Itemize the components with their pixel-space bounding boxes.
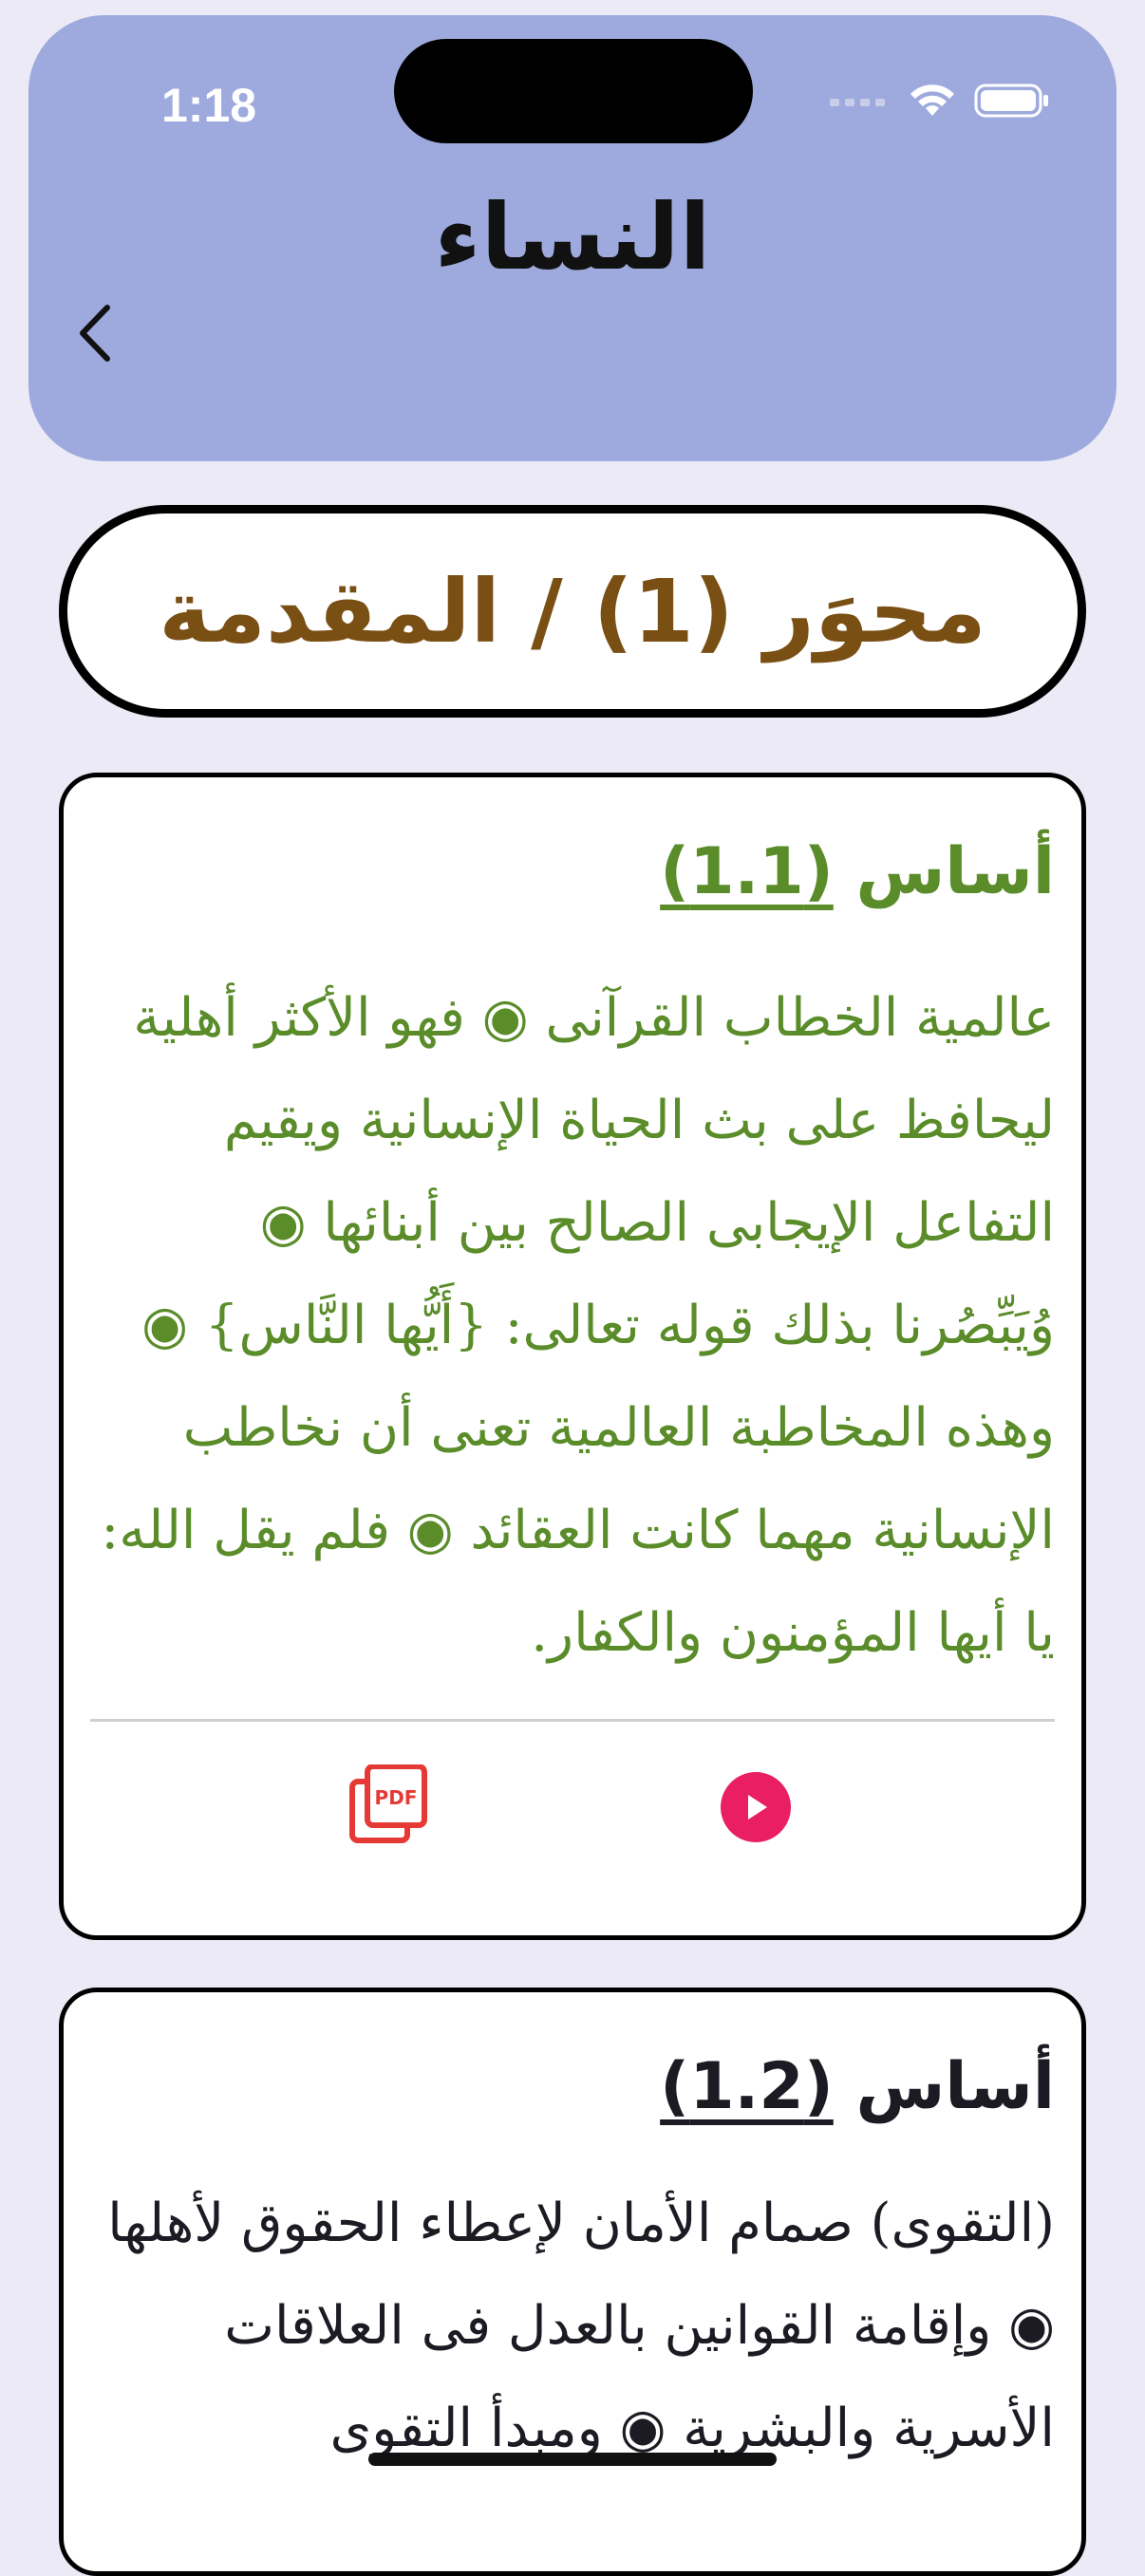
card-title: أساس (1.1) — [660, 834, 1055, 909]
play-icon — [748, 1795, 767, 1820]
card-divider — [90, 1719, 1055, 1722]
status-icons — [830, 82, 1050, 120]
play-button[interactable] — [721, 1772, 791, 1842]
card-number: (1.2) — [660, 2049, 834, 2124]
section-banner: محوَر (1) / المقدمة — [59, 505, 1086, 718]
card-title: أساس (1.2) — [660, 2049, 1055, 2124]
back-button[interactable] — [57, 290, 133, 376]
top-header: 1:18 النساء — [28, 15, 1117, 461]
battery-icon — [974, 84, 1048, 118]
status-time: 1:18 — [161, 79, 257, 132]
card-label: أساس — [855, 834, 1055, 909]
home-indicator[interactable] — [368, 2453, 777, 2466]
foundation-card: أساس (1.1) عالمية الخطاب القرآنى ◉ فهو ا… — [59, 773, 1086, 1940]
chevron-left-icon — [80, 305, 110, 362]
card-label: أساس — [855, 2049, 1055, 2124]
card-number: (1.1) — [660, 834, 834, 909]
card-body: عالمية الخطاب القرآنى ◉ فهو الأكثر أهلية… — [101, 987, 1055, 1664]
pdf-icon: PDF — [349, 1764, 427, 1843]
page-title: النساء — [434, 184, 711, 290]
foundation-card: أساس (1.2) (التقوى) صمام الأمان لإعطاء ا… — [59, 1988, 1086, 2576]
signal-icon — [830, 99, 885, 106]
svg-text:PDF: PDF — [375, 1786, 418, 1809]
wifi-icon — [910, 84, 954, 116]
dynamic-island — [394, 39, 753, 143]
section-title: محوَر (1) / المقدمة — [159, 560, 986, 663]
pdf-button[interactable]: PDF — [348, 1764, 428, 1844]
card-body: (التقوى) صمام الأمان لإعطاء الحقوق لأهله… — [107, 2193, 1055, 2459]
